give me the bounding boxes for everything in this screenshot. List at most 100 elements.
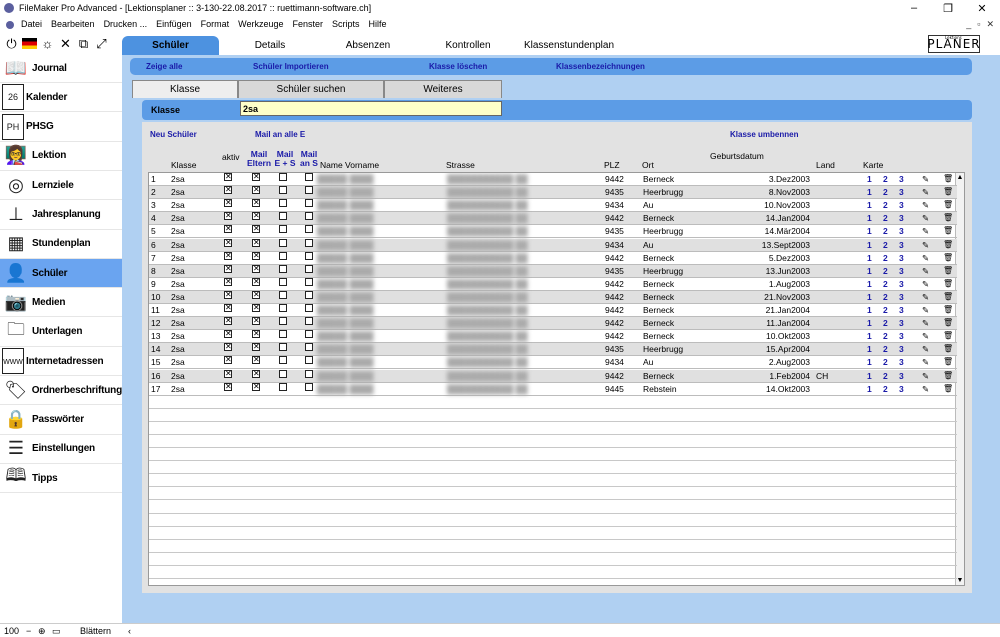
edit-icon[interactable]: ✎ [922, 265, 929, 277]
table-row[interactable]: 11 2sa 9442 Berneck 21.Jan2004 ✕ ✕ █████ ████ ██… [149, 304, 957, 317]
mail-eltern-checkbox[interactable]: ✕ [252, 199, 260, 208]
karte-link-2[interactable]: 2 [883, 278, 888, 290]
karte-link-1[interactable]: 1 [867, 356, 872, 368]
mail-an-checkbox[interactable] [305, 356, 313, 365]
karte-link-3[interactable]: 3 [899, 291, 904, 303]
aktiv-checkbox[interactable]: ✕ [224, 251, 232, 260]
delete-icon[interactable]: 🗑 [943, 173, 953, 185]
karte-link-1[interactable]: 1 [867, 330, 872, 342]
menu-werkzeuge[interactable]: Werkzeuge [238, 19, 283, 29]
karte-link-3[interactable]: 3 [899, 252, 904, 264]
karte-link-3[interactable]: 3 [899, 212, 904, 224]
karte-link-2[interactable]: 2 [883, 370, 888, 382]
table-row[interactable]: 12 2sa 9442 Berneck 11.Jan2004 ✕ ✕ █████ ████ ██… [149, 317, 957, 331]
maximize-button[interactable]: ❐ [936, 2, 960, 15]
karte-link-1[interactable]: 1 [867, 173, 872, 185]
tab-weiteres[interactable]: Weiteres [384, 80, 502, 98]
menu-bearbeiten[interactable]: Bearbeiten [51, 19, 95, 29]
karte-link-2[interactable]: 2 [883, 304, 888, 316]
mail-eltern-checkbox[interactable]: ✕ [252, 173, 260, 181]
karte-link-1[interactable]: 1 [867, 317, 872, 329]
sidebar-item-journal[interactable]: 📖 Journal [0, 54, 122, 83]
lightbulb-icon[interactable]: ☼ [40, 36, 55, 51]
menu-fenster[interactable]: Fenster [292, 19, 323, 29]
klasse-loeschen-link[interactable]: Klasse löschen [429, 62, 487, 71]
schueler-importieren-link[interactable]: Schüler Importieren [253, 62, 329, 71]
klassenbezeichnungen-link[interactable]: Klassenbezeichnungen [556, 62, 645, 71]
mail-eltern-checkbox[interactable]: ✕ [252, 369, 260, 378]
edit-icon[interactable]: ✎ [922, 304, 929, 316]
mail-es-checkbox[interactable] [279, 199, 287, 208]
mail-eltern-checkbox[interactable]: ✕ [252, 290, 260, 299]
karte-link-3[interactable]: 3 [899, 343, 904, 355]
delete-icon[interactable]: 🗑 [943, 278, 953, 290]
sidebar-item-unterlagen[interactable]: 🗀 Unterlagen [0, 318, 122, 347]
mail-an-checkbox[interactable] [305, 186, 313, 195]
delete-icon[interactable]: 🗑 [943, 383, 953, 395]
edit-icon[interactable]: ✎ [922, 186, 929, 198]
mail-es-checkbox[interactable] [279, 212, 287, 221]
zoom-in-icon[interactable]: ⊕ [38, 626, 46, 637]
edit-icon[interactable]: ✎ [922, 278, 929, 290]
karte-link-3[interactable]: 3 [899, 356, 904, 368]
karte-link-1[interactable]: 1 [867, 383, 872, 395]
karte-link-3[interactable]: 3 [899, 199, 904, 211]
delete-icon[interactable]: 🗑 [943, 225, 953, 237]
table-row[interactable]: 16 2sa 9442 Berneck CH 1.Feb2004 ✕ ✕ █████ ████ █… [149, 369, 957, 383]
table-row[interactable]: 14 2sa 9435 Heerbrugg 15.Apr2004 ✕ ✕ █████ ████… [149, 343, 957, 357]
edit-icon[interactable]: ✎ [922, 330, 929, 342]
karte-link-2[interactable]: 2 [883, 291, 888, 303]
karte-link-1[interactable]: 1 [867, 252, 872, 264]
scroll-down-icon[interactable]: ▼ [956, 576, 964, 585]
mail-an-checkbox[interactable] [305, 225, 313, 234]
karte-link-2[interactable]: 2 [883, 252, 888, 264]
mail-eltern-checkbox[interactable]: ✕ [252, 264, 260, 273]
edit-icon[interactable]: ✎ [922, 212, 929, 224]
aktiv-checkbox[interactable]: ✕ [224, 356, 232, 365]
mail-eltern-checkbox[interactable]: ✕ [252, 225, 260, 234]
mail-eltern-checkbox[interactable]: ✕ [252, 343, 260, 352]
delete-icon[interactable]: 🗑 [943, 317, 953, 329]
edit-icon[interactable]: ✎ [922, 252, 929, 264]
sidebar-item-passw-rter[interactable]: 🔒 Passwörter [0, 406, 122, 435]
karte-link-1[interactable]: 1 [867, 304, 872, 316]
delete-icon[interactable]: 🗑 [943, 186, 953, 198]
karte-link-2[interactable]: 2 [883, 330, 888, 342]
mail-eltern-checkbox[interactable]: ✕ [252, 238, 260, 247]
aktiv-checkbox[interactable]: ✕ [224, 212, 232, 221]
menu-hilfe[interactable]: Hilfe [369, 19, 387, 29]
close-x-icon[interactable]: ✕ [58, 36, 73, 51]
table-row[interactable]: 17 2sa 9445 Rebstein 14.Okt2003 ✕ ✕ █████ ████ █… [149, 382, 957, 396]
karte-link-2[interactable]: 2 [883, 265, 888, 277]
table-row[interactable]: 8 2sa 9435 Heerbrugg 13.Jun2003 ✕ ✕ █████ ████ █… [149, 264, 957, 278]
sidebar-item-sch-ler[interactable]: 👤 Schüler [0, 259, 122, 289]
sidebar-item-einstellungen[interactable]: ☰ Einstellungen [0, 435, 122, 464]
mail-an-checkbox[interactable] [305, 199, 313, 208]
karte-link-1[interactable]: 1 [867, 291, 872, 303]
power-icon[interactable]: ⏻ [4, 36, 19, 51]
delete-icon[interactable]: 🗑 [943, 370, 953, 382]
karte-link-2[interactable]: 2 [883, 199, 888, 211]
zeige-alle-link[interactable]: Zeige alle [146, 62, 182, 71]
mail-es-checkbox[interactable] [279, 238, 287, 247]
expand-icon[interactable]: ⤢ [94, 36, 109, 51]
mail-an-checkbox[interactable] [305, 343, 313, 352]
karte-link-2[interactable]: 2 [883, 212, 888, 224]
table-row[interactable]: 1 2sa 9442 Berneck 3.Dez2003 ✕ ✕ █████ ████ ████… [149, 173, 957, 186]
edit-icon[interactable]: ✎ [922, 199, 929, 211]
karte-link-1[interactable]: 1 [867, 186, 872, 198]
menu-einfuegen[interactable]: Einfügen [156, 19, 192, 29]
mail-an-checkbox[interactable] [305, 212, 313, 221]
karte-link-1[interactable]: 1 [867, 278, 872, 290]
mail-eltern-checkbox[interactable]: ✕ [252, 186, 260, 195]
window-icon[interactable]: ⧉ [76, 36, 91, 51]
sidebar-item-phsg[interactable]: PH PHSG [0, 113, 122, 142]
minimize-button[interactable]: – [902, 2, 926, 14]
mail-eltern-checkbox[interactable]: ✕ [252, 356, 260, 365]
tab-kontrollen[interactable]: Kontrollen [428, 36, 508, 55]
edit-icon[interactable]: ✎ [922, 225, 929, 237]
mail-es-checkbox[interactable] [279, 290, 287, 299]
karte-link-3[interactable]: 3 [899, 239, 904, 251]
table-row[interactable]: 7 2sa 9442 Berneck 5.Dez2003 ✕ ✕ █████ ████ ████… [149, 251, 957, 265]
neu-schueler-link[interactable]: Neu Schüler [150, 130, 197, 139]
